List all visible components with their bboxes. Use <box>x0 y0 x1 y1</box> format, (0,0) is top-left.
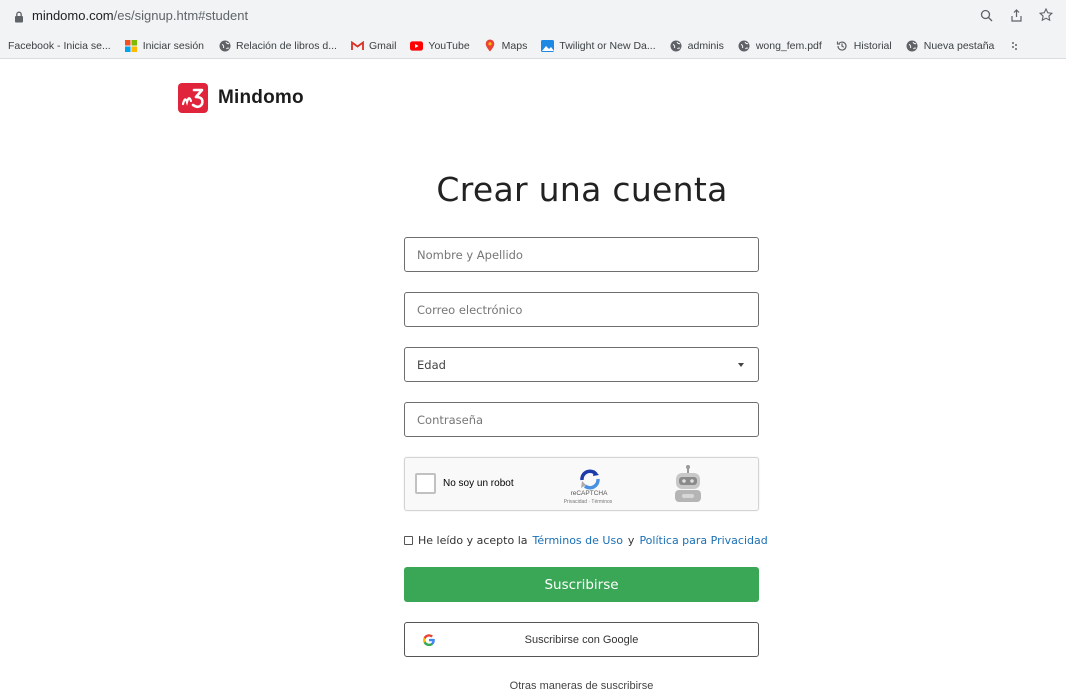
name-placeholder: Nombre y Apellido <box>417 248 523 262</box>
recaptcha-widget: No soy un robot reCAPTCHA Privacidad · T… <box>404 457 759 511</box>
recaptcha-label: No soy un robot <box>443 478 514 489</box>
bookmark-maps[interactable]: Maps <box>484 39 528 52</box>
bookmark-wong-fem[interactable]: wong_fem.pdf <box>738 39 822 52</box>
terms-checkbox[interactable] <box>404 536 413 545</box>
bookmark-label: Relación de libros d... <box>236 40 337 52</box>
bookmark-youtube[interactable]: YouTube <box>410 39 469 52</box>
password-placeholder: Contraseña <box>417 413 483 427</box>
email-input[interactable]: Correo electrónico <box>404 292 759 327</box>
bookmark-relacion-libros[interactable]: Relación de libros d... <box>218 39 337 52</box>
maps-icon <box>484 39 497 52</box>
bookmark-label: Gmail <box>369 40 396 52</box>
zoom-icon[interactable] <box>978 7 994 23</box>
bookmark-historial[interactable]: Historial <box>836 39 892 52</box>
bookmark-iniciar-sesion[interactable]: Iniciar sesión <box>125 39 204 52</box>
privacy-policy-link[interactable]: Política para Privacidad <box>639 534 767 547</box>
recaptcha-icon <box>577 468 603 490</box>
url-path: /es/signup.htm#student <box>114 8 248 23</box>
terms-of-use-link[interactable]: Términos de Uso <box>533 534 623 547</box>
history-icon <box>836 39 849 52</box>
bookmark-nueva-pestana[interactable]: Nueva pestaña <box>906 39 995 52</box>
age-select-value: Edad <box>417 358 446 372</box>
bookmarks-bar: Facebook - Inicia se... Iniciar sesión R… <box>0 33 1066 59</box>
globe-icon <box>906 39 919 52</box>
age-select[interactable]: Edad <box>404 347 759 382</box>
robot-icon <box>667 464 709 506</box>
google-signup-button[interactable]: Suscribirse con Google <box>404 622 759 657</box>
bookmarks-overflow[interactable] <box>1008 39 1021 52</box>
url-domain: mindomo.com <box>32 8 114 23</box>
email-placeholder: Correo electrónico <box>417 303 522 317</box>
share-icon[interactable] <box>1008 7 1024 23</box>
gmail-icon <box>351 39 364 52</box>
browser-address-bar[interactable]: mindomo.com/es/signup.htm#student <box>0 0 1066 33</box>
brand-name: Mindomo <box>218 87 304 109</box>
password-input[interactable]: Contraseña <box>404 402 759 437</box>
more-bookmarks-icon <box>1008 39 1021 52</box>
globe-icon <box>218 39 231 52</box>
bookmark-gmail[interactable]: Gmail <box>351 39 396 52</box>
bookmark-adminis[interactable]: adminis <box>670 39 724 52</box>
recaptcha-checkbox[interactable] <box>415 473 436 494</box>
subscribe-button[interactable]: Suscribirse <box>404 567 759 602</box>
bookmark-label: Facebook - Inicia se... <box>8 40 111 52</box>
recaptcha-brand: reCAPTCHA <box>563 490 615 497</box>
bookmark-star-icon[interactable] <box>1038 7 1054 23</box>
bookmark-label: Nueva pestaña <box>924 40 995 52</box>
bookmark-label: Twilight or New Da... <box>559 40 655 52</box>
lock-icon[interactable] <box>14 10 24 28</box>
globe-icon <box>738 39 751 52</box>
bookmark-label: Historial <box>854 40 892 52</box>
subscribe-label: Suscribirse <box>544 577 618 593</box>
bookmark-label: wong_fem.pdf <box>756 40 822 52</box>
bookmark-label: Iniciar sesión <box>143 40 204 52</box>
bookmark-twilight[interactable]: Twilight or New Da... <box>541 39 655 52</box>
globe-icon <box>670 39 683 52</box>
url-text[interactable]: mindomo.com/es/signup.htm#student <box>32 8 248 23</box>
image-icon <box>541 39 554 52</box>
terms-row: He leído y acepto la Términos de Uso y P… <box>404 534 768 547</box>
name-input[interactable]: Nombre y Apellido <box>404 237 759 272</box>
google-icon <box>422 633 436 647</box>
google-signup-label: Suscribirse con Google <box>525 634 639 646</box>
mindomo-logo-icon <box>178 83 208 113</box>
youtube-icon <box>410 39 423 52</box>
bookmark-label: adminis <box>688 40 724 52</box>
mindomo-logo[interactable]: Mindomo <box>178 83 304 113</box>
other-signup-link[interactable]: Otras maneras de suscribirse <box>404 680 759 692</box>
caret-down-icon <box>738 363 744 367</box>
bookmark-facebook[interactable]: Facebook - Inicia se... <box>8 40 111 52</box>
terms-prefix: He leído y acepto la <box>418 534 528 547</box>
bookmark-label: Maps <box>502 40 528 52</box>
bookmark-label: YouTube <box>428 40 469 52</box>
page-title: Crear una cuenta <box>404 170 760 209</box>
terms-and: y <box>628 534 635 547</box>
microsoft-icon <box>125 39 138 52</box>
recaptcha-links[interactable]: Privacidad · Términos <box>555 499 621 505</box>
